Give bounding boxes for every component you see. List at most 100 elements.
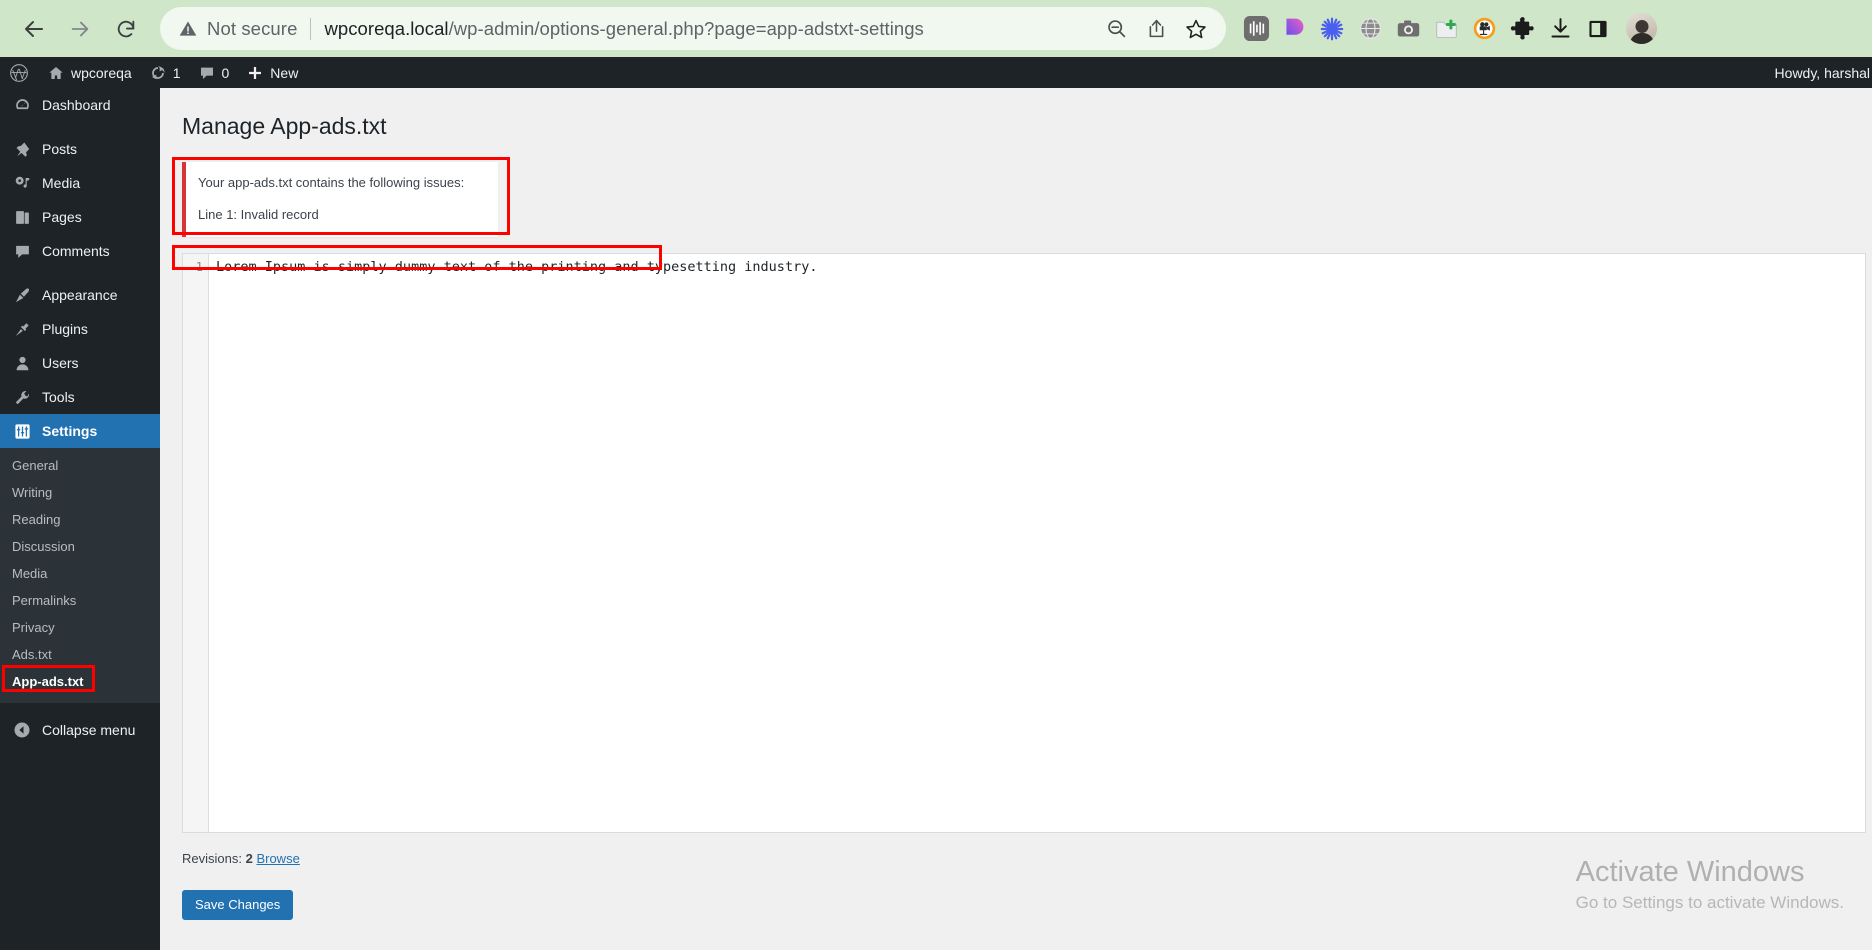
admin-bar-right: Howdy, harshal <box>1766 65 1872 81</box>
submenu-item-ads-txt[interactable]: Ads.txt <box>0 641 160 668</box>
editor-wrapper: 1 Lorem Ipsum is simply dummy text of th… <box>160 237 1872 833</box>
forward-button[interactable] <box>60 9 100 49</box>
error-notice: Your app-ads.txt contains the following … <box>182 161 498 237</box>
admin-bar-wordpress-logo[interactable] <box>0 57 39 88</box>
wrench-icon <box>12 387 32 407</box>
sidebar-item-users[interactable]: Users <box>0 346 160 380</box>
submenu-item-media[interactable]: Media <box>0 560 160 587</box>
app-ads-txt-code-editor[interactable]: 1 Lorem Ipsum is simply dummy text of th… <box>182 252 1866 833</box>
admin-bar-howdy[interactable]: Howdy, harshal <box>1766 65 1872 81</box>
revisions-count: 2 <box>245 850 253 866</box>
revisions-browse-link[interactable]: Browse <box>256 851 299 866</box>
submenu-item-general[interactable]: General <box>0 452 160 479</box>
sidebar-item-posts[interactable]: Posts <box>0 132 160 166</box>
comment-bubble-icon <box>12 241 32 261</box>
home-icon <box>48 65 64 81</box>
share-button[interactable] <box>1138 11 1174 47</box>
camera-extension-button[interactable] <box>1392 13 1424 45</box>
admin-bar-new-label: New <box>270 64 299 81</box>
admin-bar-site-name[interactable]: wpcoreqa <box>39 57 141 88</box>
navigation-buttons <box>0 9 146 49</box>
sidebar-item-comments[interactable]: Comments <box>0 234 160 268</box>
activate-windows-watermark: Activate Windows Go to Settings to activ… <box>1576 856 1844 915</box>
admin-bar-comments-count: 0 <box>221 64 230 81</box>
downloads-button[interactable] <box>1544 13 1576 45</box>
sidebar-item-appearance[interactable]: Appearance <box>0 278 160 312</box>
omnibox-actions <box>1098 11 1218 47</box>
submenu-item-discussion[interactable]: Discussion <box>0 533 160 560</box>
omnibox-divider <box>310 17 312 40</box>
admin-bar-updates-count: 1 <box>172 64 181 81</box>
sidebar-item-dashboard[interactable]: Dashboard <box>0 88 160 122</box>
bookmark-button[interactable] <box>1178 11 1214 47</box>
globe-grid-extension-button[interactable] <box>1354 13 1386 45</box>
gradient-p-extension-button[interactable] <box>1278 13 1310 45</box>
zoom-out-button[interactable] <box>1098 11 1134 47</box>
save-changes-button[interactable]: Save Changes <box>182 889 294 920</box>
gradient-p-icon <box>1285 18 1303 39</box>
submenu-item-permalinks[interactable]: Permalinks <box>0 587 160 614</box>
admin-sidebar-menu: Dashboard Posts Media Pages Comments App… <box>0 88 160 950</box>
collapse-arrow-icon <box>12 720 32 740</box>
editor-code-line: Lorem Ipsum is simply dummy text of the … <box>216 258 818 275</box>
sidebar-item-label: Plugins <box>42 321 88 337</box>
audio-waveform-extension-button[interactable] <box>1240 13 1272 45</box>
sidebar-item-plugins[interactable]: Plugins <box>0 312 160 346</box>
editor-code-area[interactable]: Lorem Ipsum is simply dummy text of the … <box>209 254 1865 832</box>
side-panel-button[interactable] <box>1582 13 1614 45</box>
notice-wrapper: Your app-ads.txt contains the following … <box>160 156 1872 237</box>
asterisk-burst-extension-button[interactable] <box>1316 13 1348 45</box>
sidebar-item-settings[interactable]: Settings <box>0 414 160 448</box>
wordpress-logo-icon <box>9 63 29 83</box>
main-content: Manage App-ads.txt Your app-ads.txt cont… <box>160 88 1872 950</box>
admin-bar-new-content[interactable]: New <box>238 57 307 88</box>
sidebar-item-tools[interactable]: Tools <box>0 380 160 414</box>
add-to-folder-icon <box>1435 19 1457 38</box>
settings-sliders-icon <box>12 421 32 441</box>
comment-bubble-icon <box>199 65 215 81</box>
admin-bar-updates[interactable]: 1 <box>141 57 190 88</box>
editor-line-number: 1 <box>195 259 203 274</box>
extensions-button[interactable] <box>1506 13 1538 45</box>
page-title: Manage App-ads.txt <box>182 113 387 140</box>
reload-button[interactable] <box>106 9 146 49</box>
pages-icon <box>12 207 32 227</box>
add-to-folder-extension-button[interactable] <box>1430 13 1462 45</box>
zoom-out-icon <box>1107 20 1125 38</box>
extensions-toolbar <box>1226 13 1657 45</box>
collapse-menu-label: Collapse menu <box>42 722 136 738</box>
submenu-item-writing[interactable]: Writing <box>0 479 160 506</box>
sidebar-divider <box>0 268 160 278</box>
forward-arrow-icon <box>71 21 89 36</box>
back-arrow-icon <box>25 20 43 37</box>
settings-submenu: General Writing Reading Discussion Media… <box>0 448 160 703</box>
submenu-item-reading[interactable]: Reading <box>0 506 160 533</box>
wp-admin-bar: wpcoreqa 1 0 New Howdy, harshal <box>0 57 1872 88</box>
browser-toolbar: Not secure wpcoreqa.local/wp-admin/optio… <box>0 0 1872 57</box>
sidebar-item-label: Posts <box>42 141 78 157</box>
sidebar-item-pages[interactable]: Pages <box>0 200 160 234</box>
video-recorder-icon <box>1473 17 1495 40</box>
plus-icon <box>247 65 263 81</box>
profile-avatar[interactable] <box>1626 13 1657 44</box>
sidebar-item-label: Tools <box>42 389 75 405</box>
collapse-menu-button[interactable]: Collapse menu <box>0 713 160 747</box>
download-icon <box>1550 18 1570 38</box>
back-button[interactable] <box>14 9 54 49</box>
address-bar[interactable]: Not secure wpcoreqa.local/wp-admin/optio… <box>160 7 1226 50</box>
reload-icon <box>117 20 135 37</box>
submenu-item-privacy[interactable]: Privacy <box>0 614 160 641</box>
url-host: wpcoreqa.local <box>324 17 449 39</box>
pin-icon <box>12 139 32 159</box>
submenu-item-app-ads-txt[interactable]: App-ads.txt <box>0 665 160 695</box>
admin-bar-comments[interactable]: 0 <box>190 57 239 88</box>
sidebar-item-label: Media <box>42 175 81 191</box>
sidebar-item-media[interactable]: Media <box>0 166 160 200</box>
dashboard-icon <box>12 95 32 115</box>
share-icon <box>1149 19 1163 38</box>
side-panel-icon <box>1589 20 1607 37</box>
watermark-subtitle: Go to Settings to activate Windows. <box>1575 892 1844 912</box>
url-text: wpcoreqa.local/wp-admin/options-general.… <box>324 18 923 40</box>
video-recorder-extension-button[interactable] <box>1468 13 1500 45</box>
notice-issue-line: Line 1: Invalid record <box>198 207 319 223</box>
